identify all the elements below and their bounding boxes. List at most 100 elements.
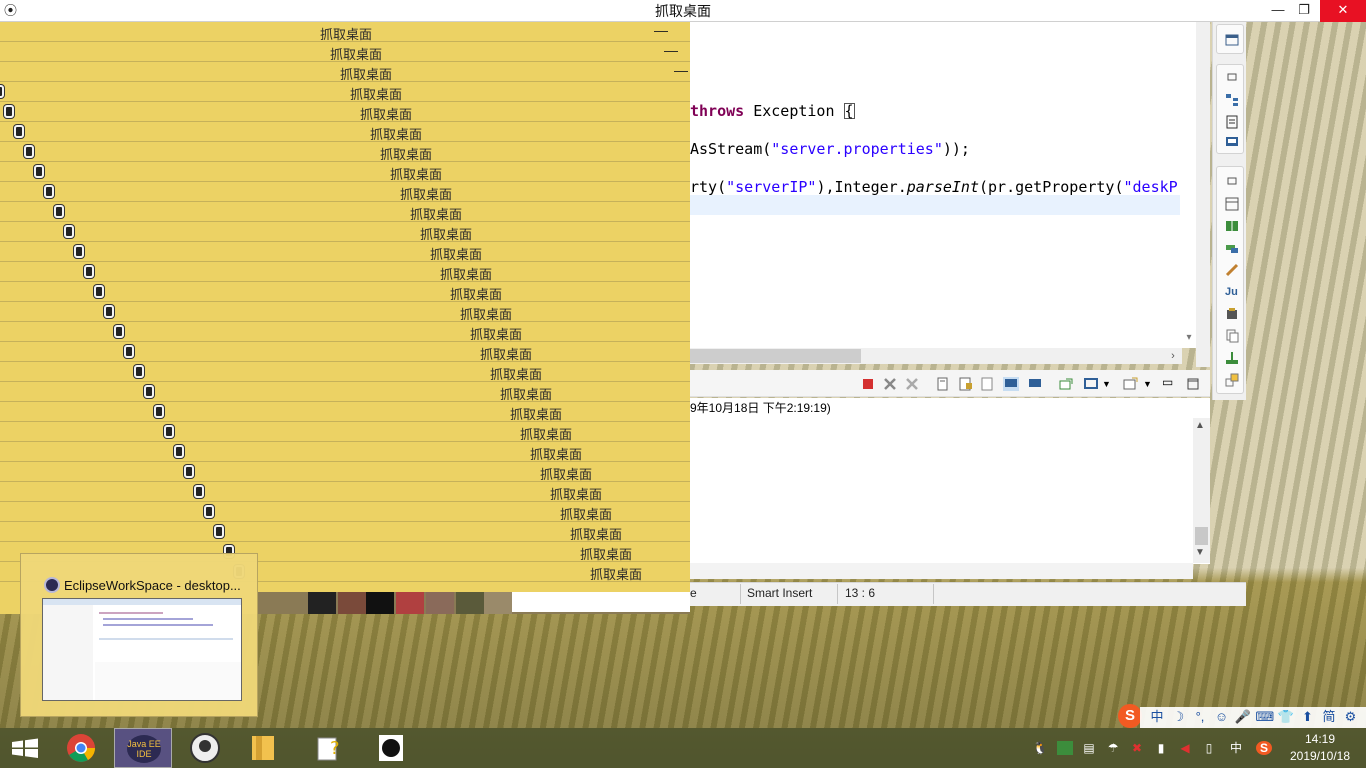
- junit-icon[interactable]: Ju: [1225, 285, 1239, 299]
- cascade-app-icon: [104, 305, 114, 318]
- java-ee-ide-button[interactable]: Java EE IDE: [114, 728, 172, 768]
- show-on-error-icon[interactable]: [1027, 377, 1043, 391]
- servers-icon[interactable]: [1225, 197, 1239, 211]
- restore-view-icon[interactable]: [1225, 33, 1239, 47]
- app-circle-icon[interactable]: [176, 728, 234, 768]
- scroll-down-arrow-icon[interactable]: ▾: [1182, 332, 1196, 346]
- cascade-window-row: 抓取桌面: [0, 482, 690, 502]
- display-console-dropdown-icon[interactable]: ▼: [1102, 377, 1118, 391]
- remove-all-icon[interactable]: [904, 377, 920, 391]
- console-scroll-thumb[interactable]: [1195, 527, 1208, 545]
- show-on-output-icon[interactable]: [1003, 377, 1019, 391]
- clock-time: 14:19: [1304, 732, 1336, 746]
- console-view-icon[interactable]: [1225, 307, 1239, 321]
- copy-icon[interactable]: [1225, 329, 1239, 343]
- eclipse-icon: [44, 577, 60, 593]
- ime-voice-icon[interactable]: 🎤: [1234, 708, 1252, 726]
- hierarchy-icon[interactable]: [1225, 93, 1239, 107]
- snippets-icon[interactable]: [1225, 241, 1239, 255]
- cascading-capture-window[interactable]: 抓取桌面 — 抓取桌面 — 抓取桌面 — 抓取桌面 抓取桌面 抓取桌面 抓取桌面 抓取桌面 抓取桌面抓…: [0, 22, 690, 614]
- console-output[interactable]: [690, 418, 1210, 564]
- chrome-icon[interactable]: [52, 728, 110, 768]
- ime-keyboard-icon[interactable]: ⌨: [1256, 708, 1275, 726]
- scroll-right-arrow-icon[interactable]: ›: [1166, 348, 1180, 364]
- nvidia-icon[interactable]: [1057, 741, 1073, 755]
- cascade-window-title: 抓取桌面: [450, 287, 503, 302]
- restore-icon-2[interactable]: [1225, 175, 1239, 189]
- pen-icon[interactable]: [1225, 263, 1239, 277]
- cascade-minimize-mark: —: [674, 62, 688, 78]
- data-source-icon[interactable]: [1225, 219, 1239, 233]
- ime-simplified-icon[interactable]: 简: [1320, 708, 1338, 726]
- cascade-app-icon: [14, 125, 24, 138]
- window-titlebar[interactable]: ⦿ 抓取桌面 — ❐ ✕: [0, 0, 1366, 22]
- minimize-button[interactable]: —: [1265, 0, 1291, 22]
- code-editor[interactable]: throws Exception { AsStream("server.prop…: [690, 22, 1182, 348]
- console-scroll-down-icon[interactable]: ▼: [1195, 547, 1205, 558]
- volume-muted-icon[interactable]: ◀: [1177, 741, 1193, 755]
- ime-chinese-mode[interactable]: 中: [1148, 708, 1166, 726]
- scroll-lock-icon[interactable]: [958, 377, 974, 391]
- thumbnail: [456, 592, 484, 614]
- cascade-window-title: 抓取桌面: [520, 427, 573, 442]
- qq-icon[interactable]: 🐧: [1032, 741, 1048, 755]
- word-wrap-icon[interactable]: [980, 377, 996, 391]
- pin-console-icon[interactable]: [1058, 377, 1074, 391]
- cascade-window-title: 抓取桌面: [320, 27, 373, 42]
- cascade-window-title: 抓取桌面: [460, 307, 513, 322]
- close-button[interactable]: ✕: [1320, 0, 1366, 22]
- cascade-app-icon: [94, 285, 104, 298]
- display-console-icon[interactable]: [1083, 377, 1099, 391]
- trim-group-1: [1216, 24, 1244, 54]
- cascade-app-icon: [4, 105, 14, 118]
- network-blocked-icon[interactable]: ✖: [1129, 741, 1145, 755]
- download-icon[interactable]: [1225, 351, 1239, 365]
- ime-upload-icon[interactable]: ⬆: [1299, 708, 1317, 726]
- cascade-window-title: 抓取桌面: [350, 87, 403, 102]
- keyboard-tray-icon[interactable]: ▤: [1081, 741, 1097, 755]
- sogou-ime-icon[interactable]: S: [1118, 704, 1142, 728]
- editor-vertical-scrollbar[interactable]: [1182, 22, 1196, 348]
- ime-moon-icon[interactable]: ☽: [1170, 708, 1188, 726]
- open-console-dropdown-icon[interactable]: ▼: [1143, 377, 1159, 391]
- thumbnail: [396, 592, 424, 614]
- cascade-window-row: 抓取桌面: [0, 102, 690, 122]
- remove-launch-icon[interactable]: [882, 377, 898, 391]
- input-language-indicator[interactable]: 中: [1228, 741, 1244, 755]
- help-document-icon[interactable]: ?: [300, 728, 358, 768]
- system-clock[interactable]: 14:19 2019/10/18: [1284, 731, 1356, 765]
- maximize-button[interactable]: ❐: [1291, 0, 1317, 22]
- cascade-window-title: 抓取桌面: [540, 467, 593, 482]
- signal-icon[interactable]: ▮: [1153, 741, 1169, 755]
- open-console-icon[interactable]: [1122, 377, 1138, 391]
- cascade-window-title: 抓取桌面: [330, 47, 383, 62]
- view-minimize-icon[interactable]: ▭: [1162, 376, 1178, 391]
- progress-icon[interactable]: [1225, 373, 1239, 387]
- security-tray-icon[interactable]: ☂: [1105, 741, 1121, 755]
- outline-icon[interactable]: [1225, 115, 1239, 129]
- che-guevara-app-icon[interactable]: [362, 728, 420, 768]
- cascade-window-title: 抓取桌面: [410, 207, 463, 222]
- ime-settings-icon[interactable]: ⚙: [1342, 708, 1360, 726]
- ime-skin-icon[interactable]: 👕: [1277, 708, 1295, 726]
- console-scroll-up-icon[interactable]: ▲: [1195, 420, 1205, 431]
- task-list-icon[interactable]: [1225, 135, 1239, 149]
- battery-icon[interactable]: ▯: [1201, 741, 1217, 755]
- preview-thumbnail[interactable]: [42, 598, 242, 701]
- clear-console-icon[interactable]: [936, 377, 952, 391]
- cascade-app-icon: [124, 345, 134, 358]
- sogou-tray-icon[interactable]: S: [1256, 741, 1272, 755]
- console-hscrollbar[interactable]: [690, 563, 1193, 579]
- file-explorer-icon[interactable]: [234, 728, 292, 768]
- restore-icon[interactable]: [1225, 71, 1239, 85]
- cascade-app-icon: [194, 485, 204, 498]
- windows-start-icon[interactable]: [0, 728, 58, 768]
- terminate-icon[interactable]: [860, 377, 876, 391]
- cascade-window-row: 抓取桌面: [0, 222, 690, 242]
- ime-emoji-icon[interactable]: ☺: [1213, 708, 1231, 726]
- editor-hscroll-thumb[interactable]: [690, 349, 861, 363]
- cascade-minimize-mark: —: [654, 22, 668, 38]
- view-maximize-icon[interactable]: [1186, 377, 1202, 391]
- cascade-window-row: 抓取桌面: [0, 402, 690, 422]
- ime-punctuation-icon[interactable]: °,: [1191, 708, 1209, 726]
